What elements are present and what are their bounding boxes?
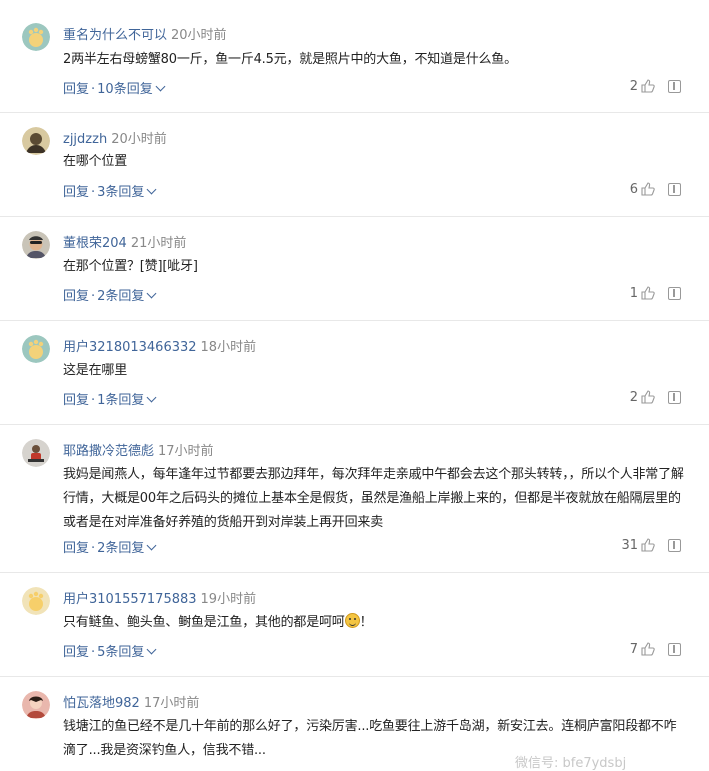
comment-time: 18小时前 <box>200 340 257 355</box>
divider <box>0 572 709 573</box>
reply-count-toggle[interactable]: 10条回复 <box>97 82 153 97</box>
avatar[interactable] <box>22 439 50 467</box>
chevron-down-icon[interactable] <box>146 288 157 299</box>
chevron-down-icon[interactable] <box>146 184 157 195</box>
chevron-down-icon[interactable] <box>155 81 166 92</box>
watermark: 微信号: bfe7ydsbj <box>515 756 627 771</box>
reply-count-toggle[interactable]: 5条回复 <box>97 645 144 660</box>
comment-time: 19小时前 <box>200 592 257 607</box>
comment-username[interactable]: 耶路撒冷范德彪 17小时前 <box>63 440 214 459</box>
reply-button[interactable]: 回复 <box>63 645 89 660</box>
comment-time: 20小时前 <box>111 132 167 147</box>
reply-button[interactable]: 回复 <box>63 393 89 408</box>
like-count: 7 <box>629 641 638 657</box>
reply-button[interactable]: 回复 <box>63 185 89 200</box>
comment-time: 21小时前 <box>130 236 187 251</box>
divider <box>0 676 709 677</box>
report-icon[interactable] <box>668 286 681 300</box>
comment-actions: 回复 · 5条回复 <box>63 641 157 660</box>
comment-username[interactable]: 董根荣204 21小时前 <box>63 232 186 251</box>
thumbs-up-icon[interactable] <box>640 78 656 94</box>
divider <box>0 112 709 113</box>
comment-actions: 回复 · 1条回复 <box>63 389 157 408</box>
reply-count-toggle[interactable]: 1条回复 <box>97 393 144 408</box>
thumbs-up-icon[interactable] <box>640 285 656 301</box>
comment-time: 17小时前 <box>143 696 200 711</box>
like-count: 1 <box>629 285 638 301</box>
comment-text: 2两半左右母螃蟹80一斤，鱼一斤4.5元，就是照片中的大鱼，不知道是什么鱼。 <box>63 52 517 67</box>
comment-actions: 回复 · 3条回复 <box>63 181 157 200</box>
divider <box>0 320 709 321</box>
comment-username[interactable]: 怕瓦落地982 17小时前 <box>63 692 199 711</box>
comment-text: 这是在哪里 <box>63 363 128 378</box>
reply-button[interactable]: 回复 <box>63 82 89 97</box>
comment-time: 20小时前 <box>171 28 227 43</box>
like-area: 6 <box>630 181 681 197</box>
chevron-down-icon[interactable] <box>146 644 157 655</box>
divider <box>0 424 709 425</box>
reply-count-toggle[interactable]: 2条回复 <box>97 541 144 556</box>
like-area: 7 <box>630 641 681 657</box>
reply-button[interactable]: 回复 <box>63 289 89 304</box>
report-icon[interactable] <box>668 182 681 196</box>
reply-count-toggle[interactable]: 3条回复 <box>97 185 144 200</box>
report-icon[interactable] <box>668 79 681 93</box>
thumbs-up-icon[interactable] <box>640 389 656 405</box>
comment-text: 我妈是闻燕人，每年逢年过节都要去那边拜年，每次拜年走亲戚中午都会去这个那头转转，… <box>63 467 684 530</box>
like-area: 31 <box>621 537 681 553</box>
comment-username[interactable]: 用户3218013466332 18小时前 <box>63 336 256 355</box>
avatar[interactable] <box>22 127 50 155</box>
comment-time: 17小时前 <box>158 444 214 459</box>
comment-text: 只有鲢鱼、鲍头鱼、鲥鱼是江鱼，其他的都是呵呵！ <box>63 613 373 630</box>
avatar[interactable] <box>22 691 50 719</box>
comment-actions: 回复 · 2条回复 <box>63 285 157 304</box>
reply-count-toggle[interactable]: 2条回复 <box>97 289 144 304</box>
like-area: 2 <box>630 389 681 405</box>
chevron-down-icon[interactable] <box>146 392 157 403</box>
comment-username[interactable]: 用户3101557175883 19小时前 <box>63 588 256 607</box>
smile-emoji-icon <box>344 613 360 628</box>
like-count: 31 <box>621 537 638 553</box>
thumbs-up-icon[interactable] <box>640 181 656 197</box>
avatar[interactable] <box>22 23 50 51</box>
thumbs-up-icon[interactable] <box>640 641 656 657</box>
like-area: 1 <box>630 285 681 301</box>
chevron-down-icon[interactable] <box>146 540 157 551</box>
comment-actions: 回复 · 2条回复 <box>63 537 157 556</box>
avatar[interactable] <box>22 335 50 363</box>
comment-text: 在哪个位置 <box>63 154 128 169</box>
like-count: 2 <box>629 389 638 405</box>
report-icon[interactable] <box>668 538 681 552</box>
comment-username[interactable]: zjjdzzh 20小时前 <box>63 128 167 147</box>
reply-button[interactable]: 回复 <box>63 541 89 556</box>
report-icon[interactable] <box>668 390 681 404</box>
avatar[interactable] <box>22 587 50 615</box>
avatar[interactable] <box>22 231 50 259</box>
comment-actions: 回复 · 10条回复 <box>63 78 166 97</box>
like-area: 2 <box>630 78 681 94</box>
divider <box>0 216 709 217</box>
like-count: 6 <box>629 181 638 197</box>
thumbs-up-icon[interactable] <box>640 537 656 553</box>
comment-username[interactable]: 重名为什么不可以 20小时前 <box>63 24 227 43</box>
report-icon[interactable] <box>668 642 681 656</box>
comment-text: 在那个位置？[赞][呲牙] <box>63 259 198 274</box>
like-count: 2 <box>629 78 638 94</box>
